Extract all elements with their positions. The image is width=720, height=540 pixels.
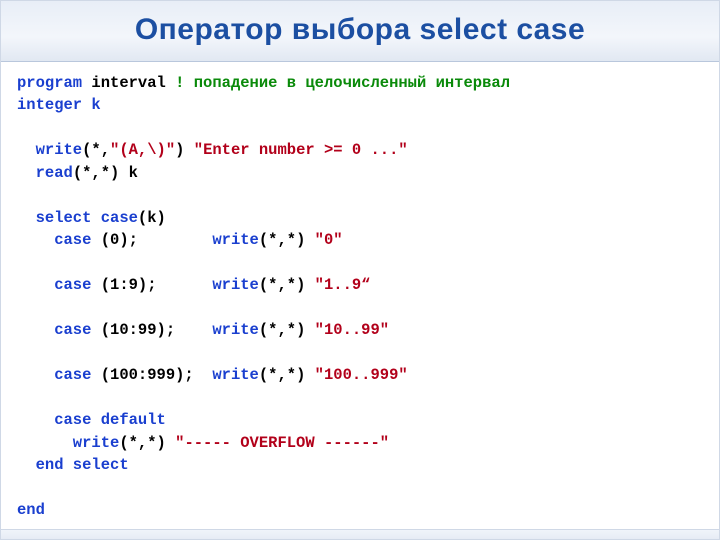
kw-case-default: case default	[17, 411, 166, 429]
kw-integer: integer k	[17, 96, 101, 114]
string-literal: "0"	[315, 231, 343, 249]
kw-write: write	[212, 321, 259, 339]
args: (*,*)	[259, 366, 315, 384]
args: (*,*) k	[73, 164, 138, 182]
args: (*,*)	[259, 231, 315, 249]
kw-write: write	[212, 231, 259, 249]
string-literal: "10..99"	[315, 321, 389, 339]
footer-bar	[1, 529, 719, 539]
kw-write: write	[212, 366, 259, 384]
comment: ! попадение в целочисленный интервал	[175, 74, 510, 92]
kw-write: write	[17, 141, 82, 159]
string-literal: "100..999"	[315, 366, 408, 384]
slide-title: Оператор выбора select case	[21, 13, 699, 47]
kw-read: read	[17, 164, 73, 182]
kw-case: case	[17, 276, 101, 294]
string-literal: "Enter number >= 0 ..."	[194, 141, 408, 159]
kw-case: case	[17, 321, 101, 339]
args: (10:99);	[101, 321, 213, 339]
title-bar: Оператор выбора select case	[1, 1, 719, 62]
kw-program: program	[17, 74, 82, 92]
string-literal: "1..9“	[315, 276, 371, 294]
punct: )	[175, 141, 194, 159]
args: (k)	[138, 209, 166, 227]
kw-write: write	[212, 276, 259, 294]
kw-select: select case	[17, 209, 138, 227]
punct: (*,	[82, 141, 110, 159]
string-literal: "----- OVERFLOW ------"	[175, 434, 389, 452]
slide: Оператор выбора select case program inte…	[0, 0, 720, 540]
kw-case: case	[17, 366, 101, 384]
program-name: interval	[82, 74, 175, 92]
args: (*,*)	[259, 321, 315, 339]
kw-end-select: end select	[17, 456, 129, 474]
kw-write: write	[17, 434, 119, 452]
args: (1:9);	[101, 276, 213, 294]
kw-end: end	[17, 501, 45, 519]
kw-case: case	[17, 231, 101, 249]
string-literal: "(A,\)"	[110, 141, 175, 159]
args: (*,*)	[259, 276, 315, 294]
args: (*,*)	[119, 434, 175, 452]
args: (0);	[101, 231, 213, 249]
code-block: program interval ! попадение в целочисле…	[1, 62, 719, 529]
args: (100:999);	[101, 366, 213, 384]
